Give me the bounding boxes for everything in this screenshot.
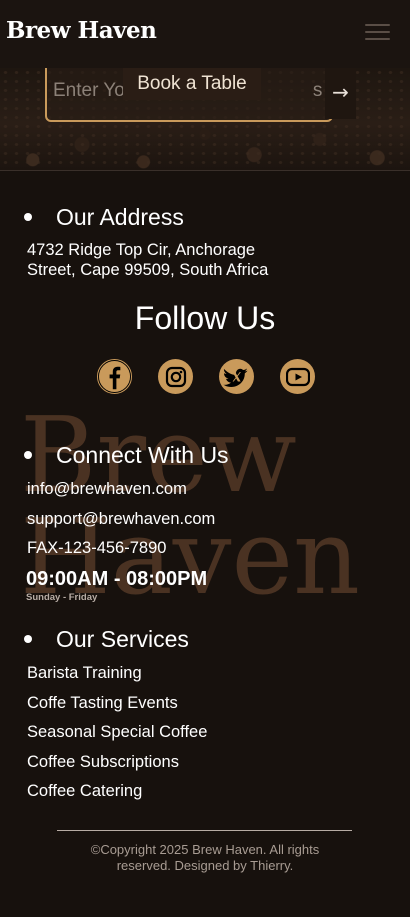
bullet-icon: [24, 634, 32, 643]
menu-line: [365, 24, 390, 26]
navbar: Brew Haven: [0, 0, 410, 68]
address-heading: Our Address: [24, 204, 184, 231]
contact-fax: FAX-123-456-7890: [27, 539, 167, 557]
email-placeholder-fragment: Enter Yo: [53, 80, 125, 101]
twitter-icon[interactable]: [219, 359, 254, 394]
service-link[interactable]: Seasonal Special Coffee: [27, 723, 207, 742]
services-heading: Our Services: [24, 626, 189, 653]
service-link[interactable]: Coffee Subscriptions: [27, 753, 179, 772]
section-divider: [0, 170, 410, 171]
address-line: Street, Cape 99509, South Africa: [27, 261, 269, 279]
menu-line: [365, 38, 390, 40]
service-link[interactable]: Barista Training: [27, 664, 142, 683]
facebook-icon[interactable]: [97, 359, 132, 394]
follow-heading: Follow Us: [134, 300, 276, 336]
submit-arrow-button[interactable]: →: [325, 68, 356, 119]
copyright-text: ©Copyright 2025 Brew Haven. All rights r…: [90, 842, 320, 873]
hero-banner: Enter Yo s Book a Table →: [0, 68, 410, 170]
youtube-icon[interactable]: [280, 359, 315, 394]
opening-days: Sunday - Friday: [26, 592, 98, 603]
instagram-icon[interactable]: [158, 359, 193, 394]
bullet-icon: [24, 450, 32, 459]
email-placeholder-fragment: s: [312, 80, 323, 101]
connect-heading: Connect With Us: [24, 442, 229, 469]
menu-line: [365, 31, 390, 33]
service-link[interactable]: Coffee Catering: [27, 782, 142, 801]
hamburger-menu-icon[interactable]: [365, 24, 390, 40]
contact-email-info[interactable]: info@brewhaven.com: [27, 480, 187, 499]
contact-email-support[interactable]: support@brewhaven.com: [27, 510, 215, 529]
brand-logo[interactable]: Brew Haven: [6, 17, 157, 44]
address-title: Our Address: [56, 204, 184, 230]
bullet-icon: [24, 212, 32, 221]
opening-hours: 09:00AM - 08:00PM: [26, 568, 208, 590]
social-links: [97, 359, 315, 394]
connect-title: Connect With Us: [56, 442, 229, 468]
services-title: Our Services: [56, 626, 189, 652]
book-table-button[interactable]: Book a Table: [123, 68, 261, 100]
footer-divider: [57, 830, 352, 831]
service-link[interactable]: Coffe Tasting Events: [27, 694, 178, 713]
address-line: 4732 Ridge Top Cir, Anchorage: [27, 241, 256, 259]
